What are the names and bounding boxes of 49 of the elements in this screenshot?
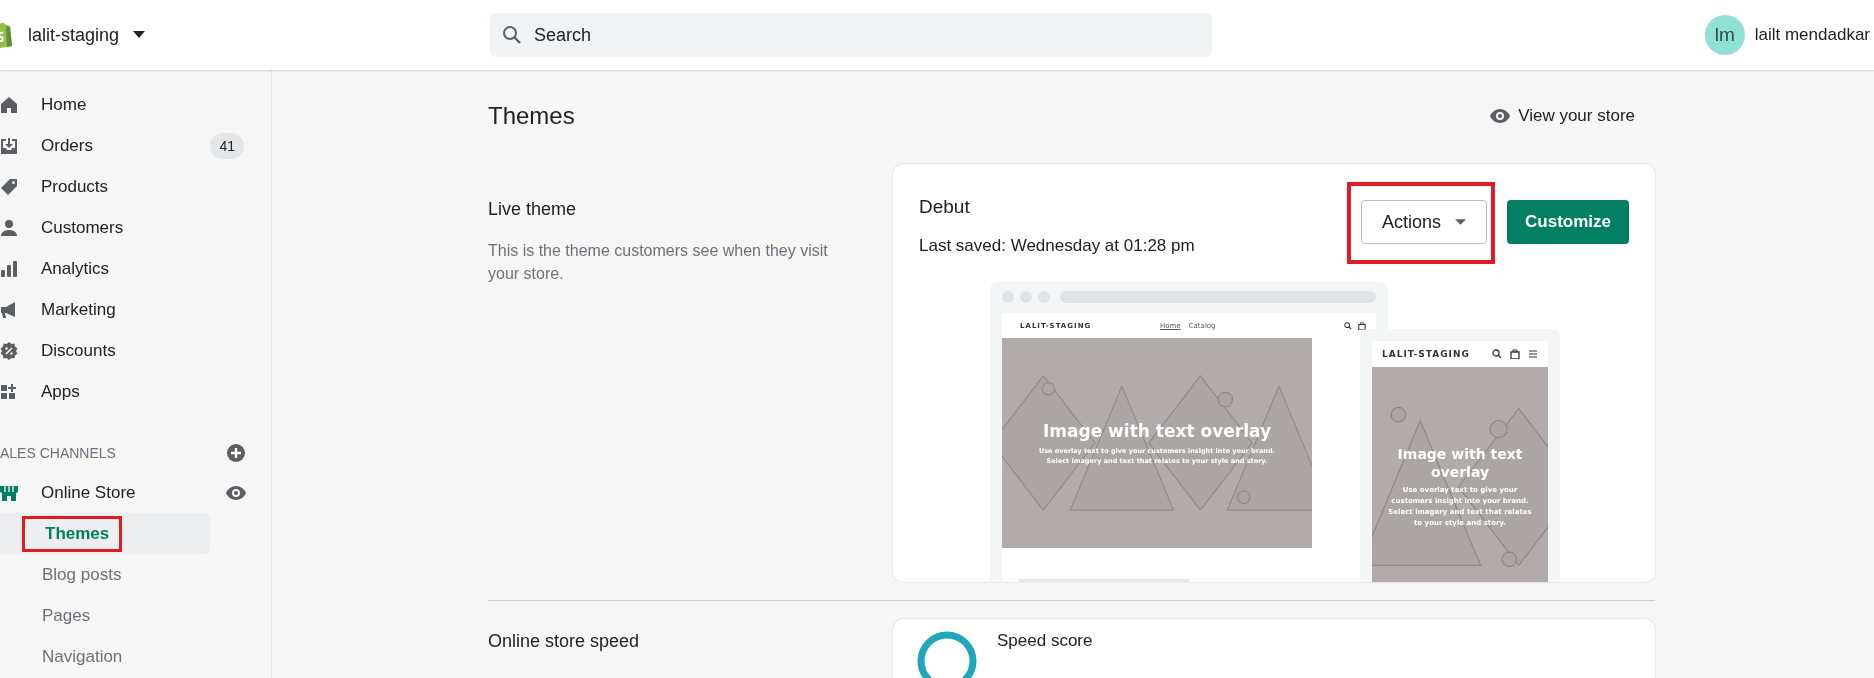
view-store-link[interactable]: View your store	[1490, 106, 1635, 126]
inbox-icon	[0, 135, 19, 156]
section-heading: Live theme	[488, 199, 578, 220]
actions-button[interactable]: Actions	[1361, 200, 1488, 244]
search-field[interactable]: Search	[490, 13, 1212, 57]
section-heading: Online store speed	[488, 631, 641, 652]
bar-chart-icon	[0, 258, 19, 279]
theme-name: Debut	[919, 196, 971, 218]
last-saved: Last saved: Wednesday at 01:28 pm	[919, 236, 1195, 256]
nav-item[interactable]: Orders 41	[0, 125, 258, 166]
apps-icon	[0, 381, 19, 402]
nav-item[interactable]: Products	[0, 166, 258, 207]
bag-icon	[1510, 349, 1520, 359]
eye-icon[interactable]	[226, 485, 246, 500]
store-logo-text: LALIT-STAGING	[1382, 349, 1471, 359]
score-ring-icon	[917, 631, 977, 678]
menu-icon	[1528, 349, 1538, 359]
avatar[interactable]: lm	[1704, 15, 1745, 55]
tag-icon	[0, 176, 19, 197]
nav-item[interactable]: Customers	[0, 207, 258, 248]
nav-item[interactable]: Marketing	[0, 289, 258, 330]
hero-title: Image with text overlay	[1396, 445, 1524, 481]
caret-icon	[133, 31, 146, 39]
count-badge: 41	[210, 132, 244, 159]
page-title: Themes	[488, 102, 575, 130]
section-title: ALES CHANNELS	[0, 445, 116, 461]
search-icon	[1344, 321, 1352, 330]
home-icon	[0, 94, 19, 115]
card-title: Speed score	[997, 631, 1093, 651]
nav-subitem[interactable]: Blog posts	[22, 564, 122, 585]
discount-icon	[0, 340, 19, 361]
caret-icon	[1455, 218, 1467, 226]
nav-item[interactable]: Online Store	[0, 472, 150, 513]
nav-item[interactable]: Discounts	[0, 330, 258, 371]
hero-title: Image with text overlay	[1043, 420, 1271, 441]
search-icon	[1492, 349, 1502, 359]
nav-item[interactable]: Analytics	[0, 248, 258, 289]
section-description: This is the theme customers see when they visit your store.	[488, 241, 829, 284]
store-switcher[interactable]: lalit-staging	[28, 24, 146, 46]
nav-item[interactable]: Home	[0, 84, 258, 125]
user-name[interactable]: lailt mendadkar	[1754, 25, 1870, 45]
bag-icon	[1358, 321, 1366, 330]
customize-button[interactable]: Customize	[1507, 200, 1629, 244]
person-icon	[0, 217, 19, 238]
nav-subitem[interactable]: Pages	[22, 605, 91, 626]
eye-icon	[1490, 109, 1511, 123]
nav-item[interactable]: Apps	[0, 371, 258, 412]
add-icon[interactable]	[226, 443, 246, 463]
nav-subitem[interactable]: Navigation	[22, 646, 123, 667]
